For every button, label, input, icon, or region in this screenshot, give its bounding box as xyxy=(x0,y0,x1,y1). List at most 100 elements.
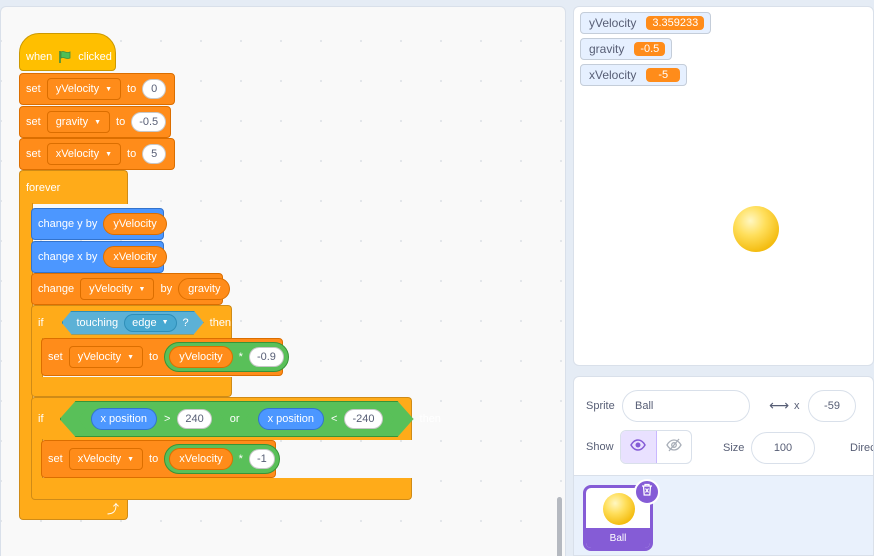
set-variable-block[interactable]: set gravity ▼ to -0.5 xyxy=(19,106,171,138)
change-y-block[interactable]: change y by yVelocity xyxy=(31,208,167,240)
monitor-label: xVelocity xyxy=(589,68,637,82)
if-header: if x position > 240 or x position < -240… xyxy=(31,397,441,440)
variable-dropdown[interactable]: yVelocity ▼ xyxy=(80,278,155,300)
if-footer xyxy=(31,478,412,500)
or-label: or xyxy=(229,413,240,425)
if-header: if touching edge ▼ ? then xyxy=(31,305,232,339)
chevron-down-icon: ▼ xyxy=(161,319,169,326)
question-mark: ? xyxy=(182,316,189,329)
scratch-editor: when clicked set yVelocity ▼ to 0 set gra… xyxy=(0,0,874,556)
if-footer xyxy=(31,377,232,397)
loop-arrow-icon: ⤴ xyxy=(106,502,119,516)
sprite-info-panel: Sprite Ball ⟷ x -59 Show Size 100 Direc xyxy=(573,376,874,476)
to-label: to xyxy=(127,148,137,160)
chevron-down-icon: ▼ xyxy=(127,455,135,463)
variable-name: yVelocity xyxy=(77,351,122,363)
x-position-reporter[interactable]: x position xyxy=(91,408,157,430)
sprite-label: Sprite xyxy=(586,400,615,412)
change-label: change xyxy=(38,283,75,295)
forever-header: forever xyxy=(19,170,128,204)
value-input[interactable]: -0.9 xyxy=(248,347,284,367)
variable-name: yVelocity xyxy=(55,83,100,95)
variable-dropdown[interactable]: xVelocity ▼ xyxy=(68,448,144,470)
direction-label: Direc xyxy=(850,442,874,454)
value-input[interactable]: 240 xyxy=(177,409,211,429)
ball-costume-image xyxy=(603,493,635,525)
x-input[interactable]: -59 xyxy=(808,390,856,422)
chevron-down-icon: ▼ xyxy=(94,118,102,126)
if-label: if xyxy=(38,413,44,425)
when-flag-clicked-block[interactable]: when clicked xyxy=(19,33,116,71)
gravity-reporter[interactable]: gravity xyxy=(178,278,231,300)
value-input[interactable]: -240 xyxy=(344,409,382,429)
chevron-down-icon: ▼ xyxy=(138,285,146,293)
x-axis-arrows-icon: ⟷ xyxy=(769,397,790,413)
change-variable-block[interactable]: change yVelocity ▼ by gravity xyxy=(31,273,231,305)
xvelocity-reporter[interactable]: xVelocity xyxy=(103,246,167,268)
to-label: to xyxy=(116,116,126,128)
clicked-label: clicked xyxy=(78,51,112,63)
yvelocity-reporter[interactable]: yVelocity xyxy=(169,346,233,368)
or-condition[interactable]: x position > 240 or x position < -240 xyxy=(60,401,414,437)
x-position-reporter[interactable]: x position xyxy=(258,408,324,430)
variable-monitor[interactable]: xVelocity -5 xyxy=(580,64,688,86)
ball-sprite[interactable] xyxy=(733,206,779,252)
eye-icon xyxy=(630,438,647,456)
set-variable-block[interactable]: set yVelocity ▼ to yVelocity * -0.9 xyxy=(41,338,289,376)
set-variable-block[interactable]: set xVelocity ▼ to 5 xyxy=(19,138,175,170)
stage[interactable]: yVelocity 3.359233 gravity -0.5 xVelocit… xyxy=(573,6,874,366)
set-label: set xyxy=(26,116,41,128)
greater-than-condition[interactable]: x position > 240 xyxy=(79,405,224,433)
variable-dropdown[interactable]: xVelocity ▼ xyxy=(46,143,122,165)
variable-dropdown[interactable]: yVelocity ▼ xyxy=(68,346,144,368)
sprite-name-value: Ball xyxy=(635,400,654,412)
edge-value: edge xyxy=(132,316,157,329)
visibility-toggle xyxy=(620,430,692,464)
chevron-down-icon: ▼ xyxy=(105,85,113,93)
variable-monitor[interactable]: gravity -0.5 xyxy=(580,38,673,60)
variable-dropdown[interactable]: yVelocity ▼ xyxy=(46,78,122,100)
change-y-label: change y by xyxy=(38,218,98,230)
size-value: 100 xyxy=(773,442,793,454)
forever-footer: ⤴ xyxy=(19,498,128,520)
yvelocity-reporter[interactable]: yVelocity xyxy=(103,213,167,235)
xvelocity-reporter[interactable]: xVelocity xyxy=(169,448,233,470)
less-than-condition[interactable]: x position < -240 xyxy=(246,405,395,433)
size-input[interactable]: 100 xyxy=(751,432,815,464)
variable-name: yVelocity xyxy=(89,283,133,295)
value-input[interactable]: -0.5 xyxy=(131,112,167,132)
value-input[interactable]: 5 xyxy=(142,144,167,164)
chevron-down-icon: ▼ xyxy=(105,150,113,158)
change-x-block[interactable]: change x by xVelocity xyxy=(31,241,167,273)
multiply-operator[interactable]: xVelocity * -1 xyxy=(164,444,280,474)
sprite-name-input[interactable]: Ball xyxy=(622,390,750,422)
forever-label: forever xyxy=(26,181,61,194)
code-scrollbar[interactable] xyxy=(557,497,562,556)
variable-dropdown[interactable]: gravity ▼ xyxy=(46,111,111,133)
delete-sprite-button[interactable] xyxy=(634,479,660,505)
set-label: set xyxy=(26,148,41,160)
set-variable-block[interactable]: set yVelocity ▼ to 0 xyxy=(19,73,175,105)
set-label: set xyxy=(48,351,63,363)
size-label: Size xyxy=(723,442,745,454)
multiply-operator[interactable]: yVelocity * -0.9 xyxy=(164,342,289,372)
variable-name: xVelocity xyxy=(55,148,100,160)
code-area[interactable]: when clicked set yVelocity ▼ to 0 set gra… xyxy=(0,6,566,556)
value-input[interactable]: 0 xyxy=(142,79,167,99)
edge-dropdown[interactable]: edge ▼ xyxy=(124,314,176,332)
variable-name: gravity xyxy=(55,116,89,128)
change-x-label: change x by xyxy=(38,251,98,263)
chevron-down-icon: ▼ xyxy=(127,353,135,361)
touching-condition[interactable]: touching edge ▼ ? xyxy=(62,311,204,335)
monitor-value: -0.5 xyxy=(634,42,666,56)
multiply-sign: * xyxy=(238,351,243,363)
touching-label: touching xyxy=(76,316,119,329)
set-variable-block[interactable]: set xVelocity ▼ to xVelocity * -1 xyxy=(41,440,280,478)
to-label: to xyxy=(149,351,159,363)
when-label: when xyxy=(26,51,53,63)
show-button[interactable] xyxy=(621,431,657,463)
hide-button[interactable] xyxy=(657,431,692,463)
variable-monitor[interactable]: yVelocity 3.359233 xyxy=(580,12,712,34)
eye-crossed-icon xyxy=(666,438,682,457)
value-input[interactable]: -1 xyxy=(248,449,275,469)
